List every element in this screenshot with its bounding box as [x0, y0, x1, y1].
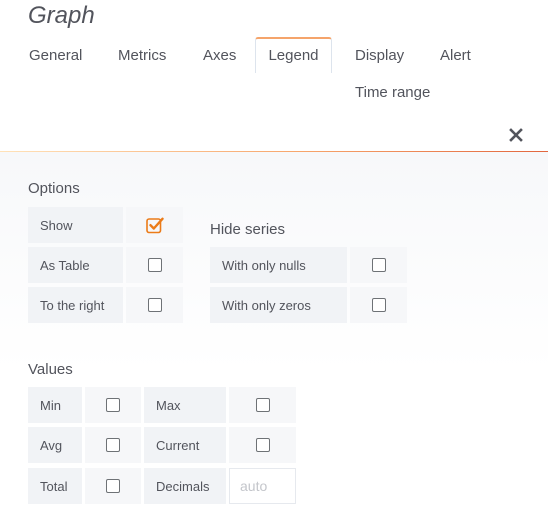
with-only-zeros-label: With only zeros [210, 287, 347, 323]
tab-metrics[interactable]: Metrics [118, 47, 166, 64]
max-cell [229, 387, 296, 423]
tab-axes[interactable]: Axes [203, 47, 236, 64]
decimals-label: Decimals [144, 468, 226, 504]
avg-label: Avg [28, 427, 82, 463]
avg-cell [85, 427, 141, 463]
tab-alert[interactable]: Alert [440, 47, 471, 64]
values-title: Values [28, 361, 73, 378]
avg-checkbox[interactable] [106, 438, 120, 452]
as-table-label: As Table [28, 247, 123, 283]
with-only-zeros-cell [350, 287, 407, 323]
to-the-right-cell [126, 287, 183, 323]
max-checkbox[interactable] [255, 398, 270, 412]
total-cell [85, 468, 141, 504]
show-cell [126, 207, 183, 243]
tab-display[interactable]: Display [355, 47, 404, 64]
close-icon[interactable] [508, 127, 524, 143]
to-the-right-label: To the right [28, 287, 123, 323]
current-cell [229, 427, 296, 463]
panel-title: Graph [28, 2, 95, 29]
current-label: Current [144, 427, 226, 463]
as-table-checkbox[interactable] [147, 258, 162, 272]
decimals-input[interactable] [229, 468, 296, 504]
min-label: Min [28, 387, 82, 423]
to-the-right-checkbox[interactable] [147, 298, 162, 312]
with-only-nulls-label: With only nulls [210, 247, 347, 283]
tab-divider [0, 151, 548, 152]
total-checkbox[interactable] [106, 479, 120, 493]
with-only-nulls-checkbox[interactable] [371, 258, 386, 272]
total-label: Total [28, 468, 82, 504]
tab-legend[interactable]: Legend [255, 37, 332, 73]
show-label: Show [28, 207, 123, 243]
show-checkbox[interactable] [145, 216, 164, 234]
with-only-nulls-cell [350, 247, 407, 283]
with-only-zeros-checkbox[interactable] [371, 298, 386, 312]
current-checkbox[interactable] [255, 438, 270, 452]
tab-general[interactable]: General [29, 47, 82, 64]
max-label: Max [144, 387, 226, 423]
tab-time-range[interactable]: Time range [355, 84, 430, 101]
min-cell [85, 387, 141, 423]
hide-series-title: Hide series [210, 221, 286, 238]
options-title: Options [28, 180, 80, 197]
min-checkbox[interactable] [106, 398, 120, 412]
as-table-cell [126, 247, 183, 283]
